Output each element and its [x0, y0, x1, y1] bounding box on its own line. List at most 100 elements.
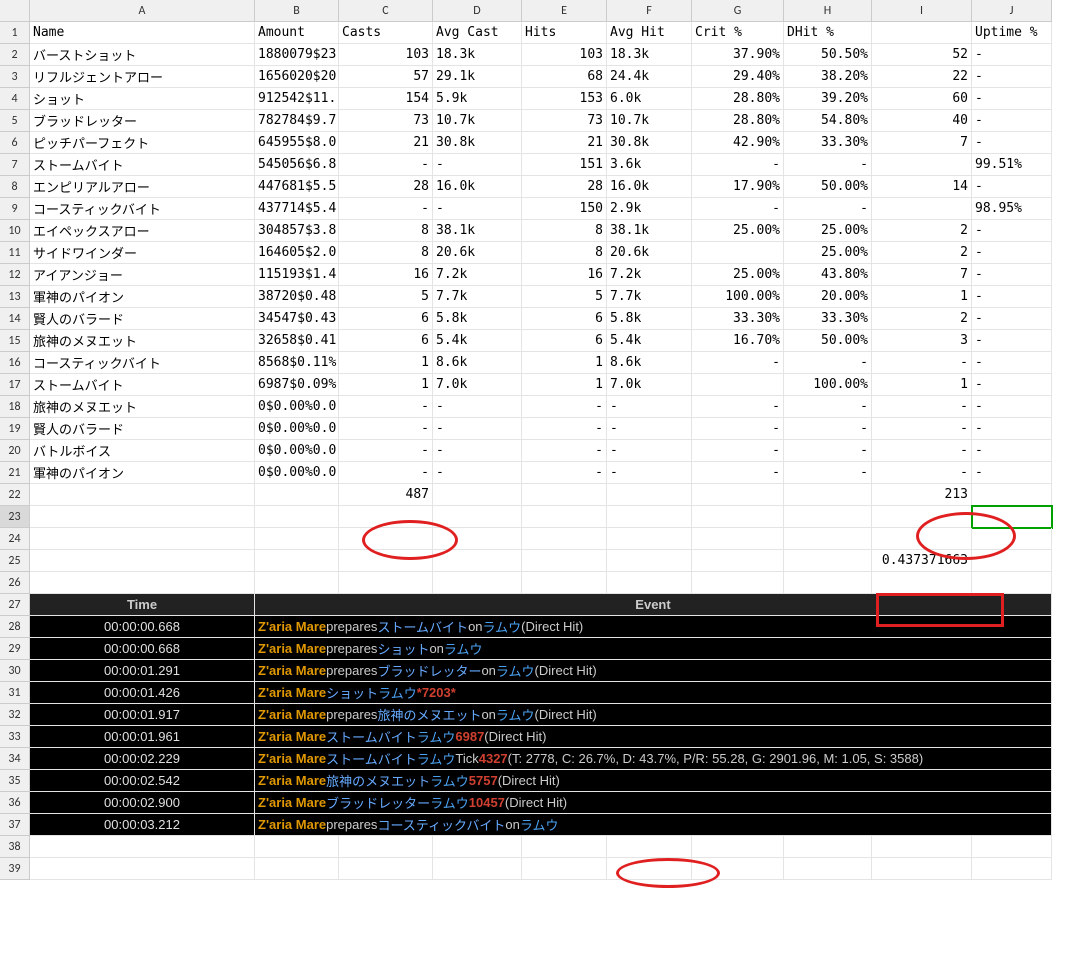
cell-crit[interactable]: 17.90%	[692, 176, 784, 198]
cell[interactable]	[972, 858, 1052, 880]
cell-avghit[interactable]: 7.7k	[607, 286, 692, 308]
cell-hits[interactable]: 6	[522, 330, 607, 352]
cell-crit[interactable]: 28.80%	[692, 110, 784, 132]
cell-name[interactable]: 軍神のパイオン	[30, 462, 255, 484]
cell-uptime[interactable]: -	[972, 264, 1052, 286]
cell[interactable]	[339, 858, 433, 880]
header-cell[interactable]: Uptime %	[972, 22, 1052, 44]
cell[interactable]	[255, 836, 339, 858]
cell-avghit[interactable]: 6.0k	[607, 88, 692, 110]
cell-amount[interactable]: 437714$5.4	[255, 198, 339, 220]
row-header[interactable]: 1	[0, 22, 30, 44]
cell-avghit[interactable]: 24.4k	[607, 66, 692, 88]
row-header[interactable]: 38	[0, 836, 30, 858]
row-header[interactable]: 23	[0, 506, 30, 528]
row-header[interactable]: 29	[0, 638, 30, 660]
header-cell[interactable]: Avg Hit	[607, 22, 692, 44]
cell-avgcast[interactable]: -	[433, 396, 522, 418]
cell-avghit[interactable]: -	[607, 462, 692, 484]
row-header[interactable]: 3	[0, 66, 30, 88]
cell-hits[interactable]: 73	[522, 110, 607, 132]
cell-avgcast[interactable]: 16.0k	[433, 176, 522, 198]
cell-dhit[interactable]: 54.80%	[784, 110, 872, 132]
cell-amount[interactable]: 38720$0.48	[255, 286, 339, 308]
col-header[interactable]: J	[972, 0, 1052, 22]
cell[interactable]	[522, 572, 607, 594]
cell-uptime[interactable]: -	[972, 330, 1052, 352]
active-cell[interactable]	[972, 506, 1052, 528]
cell[interactable]	[433, 550, 522, 572]
cell-uptime[interactable]: -	[972, 88, 1052, 110]
cell[interactable]	[433, 484, 522, 506]
row-header[interactable]: 11	[0, 242, 30, 264]
cell-crit[interactable]: -	[692, 462, 784, 484]
cell-casts[interactable]: 1	[339, 352, 433, 374]
cell-avgcast[interactable]: 7.0k	[433, 374, 522, 396]
cell[interactable]	[30, 484, 255, 506]
cell-name[interactable]: 賢人のバラード	[30, 308, 255, 330]
cell-casts[interactable]: 8	[339, 242, 433, 264]
cell-crit[interactable]: 33.30%	[692, 308, 784, 330]
row-header[interactable]: 10	[0, 220, 30, 242]
cell-casts[interactable]: -	[339, 440, 433, 462]
cell-uptime[interactable]: -	[972, 374, 1052, 396]
cell-avghit[interactable]: 5.4k	[607, 330, 692, 352]
cell-avghit[interactable]: 7.2k	[607, 264, 692, 286]
cell[interactable]	[692, 484, 784, 506]
cell-uptime[interactable]: -	[972, 66, 1052, 88]
cell[interactable]	[522, 836, 607, 858]
cell-uptime[interactable]: -	[972, 242, 1052, 264]
col-header[interactable]: B	[255, 0, 339, 22]
cell-avghit[interactable]: -	[607, 440, 692, 462]
cell-amount[interactable]: 0$0.00%0.0	[255, 462, 339, 484]
cell-dhit[interactable]: 33.30%	[784, 132, 872, 154]
cell-dhit[interactable]: -	[784, 396, 872, 418]
cell-avghit[interactable]: 8.6k	[607, 352, 692, 374]
cell-avgcast[interactable]: 10.7k	[433, 110, 522, 132]
cell-i[interactable]	[872, 198, 972, 220]
cell-name[interactable]: バーストショット	[30, 44, 255, 66]
row-header[interactable]: 12	[0, 264, 30, 286]
row-header[interactable]: 33	[0, 726, 30, 748]
row-header[interactable]: 20	[0, 440, 30, 462]
row-header[interactable]: 4	[0, 88, 30, 110]
row-header[interactable]: 5	[0, 110, 30, 132]
cell[interactable]	[30, 572, 255, 594]
cell-crit[interactable]: -	[692, 418, 784, 440]
cell-crit[interactable]	[692, 242, 784, 264]
cell-i[interactable]: -	[872, 440, 972, 462]
header-cell[interactable]: Name	[30, 22, 255, 44]
cell-hits[interactable]: 21	[522, 132, 607, 154]
row-header[interactable]: 14	[0, 308, 30, 330]
cell[interactable]	[433, 858, 522, 880]
cell-casts[interactable]: 6	[339, 330, 433, 352]
cell[interactable]	[607, 484, 692, 506]
cell-casts[interactable]: -	[339, 462, 433, 484]
row-header[interactable]: 8	[0, 176, 30, 198]
cell-i[interactable]: 7	[872, 264, 972, 286]
cell-hits[interactable]: 16	[522, 264, 607, 286]
col-header[interactable]: D	[433, 0, 522, 22]
cell[interactable]	[339, 572, 433, 594]
cell-uptime[interactable]: -	[972, 418, 1052, 440]
cell-name[interactable]: ブラッドレッター	[30, 110, 255, 132]
col-header[interactable]: A	[30, 0, 255, 22]
cell-dhit[interactable]: 50.00%	[784, 176, 872, 198]
header-cell[interactable]: DHit %	[784, 22, 872, 44]
cell[interactable]	[872, 506, 972, 528]
cell-i[interactable]	[872, 154, 972, 176]
cell[interactable]	[784, 528, 872, 550]
col-header[interactable]: C	[339, 0, 433, 22]
cell-dhit[interactable]: -	[784, 418, 872, 440]
cell[interactable]	[784, 572, 872, 594]
cell-casts[interactable]: 16	[339, 264, 433, 286]
cell-dhit[interactable]: 38.20%	[784, 66, 872, 88]
cell-i[interactable]: 2	[872, 242, 972, 264]
cell-crit[interactable]: -	[692, 396, 784, 418]
cell-amount[interactable]: 645955$8.0	[255, 132, 339, 154]
cell-dhit[interactable]: -	[784, 198, 872, 220]
row-header[interactable]: 32	[0, 704, 30, 726]
cell-amount[interactable]: 164605$2.0	[255, 242, 339, 264]
cell-avghit[interactable]: 10.7k	[607, 110, 692, 132]
cell-i[interactable]: -	[872, 462, 972, 484]
